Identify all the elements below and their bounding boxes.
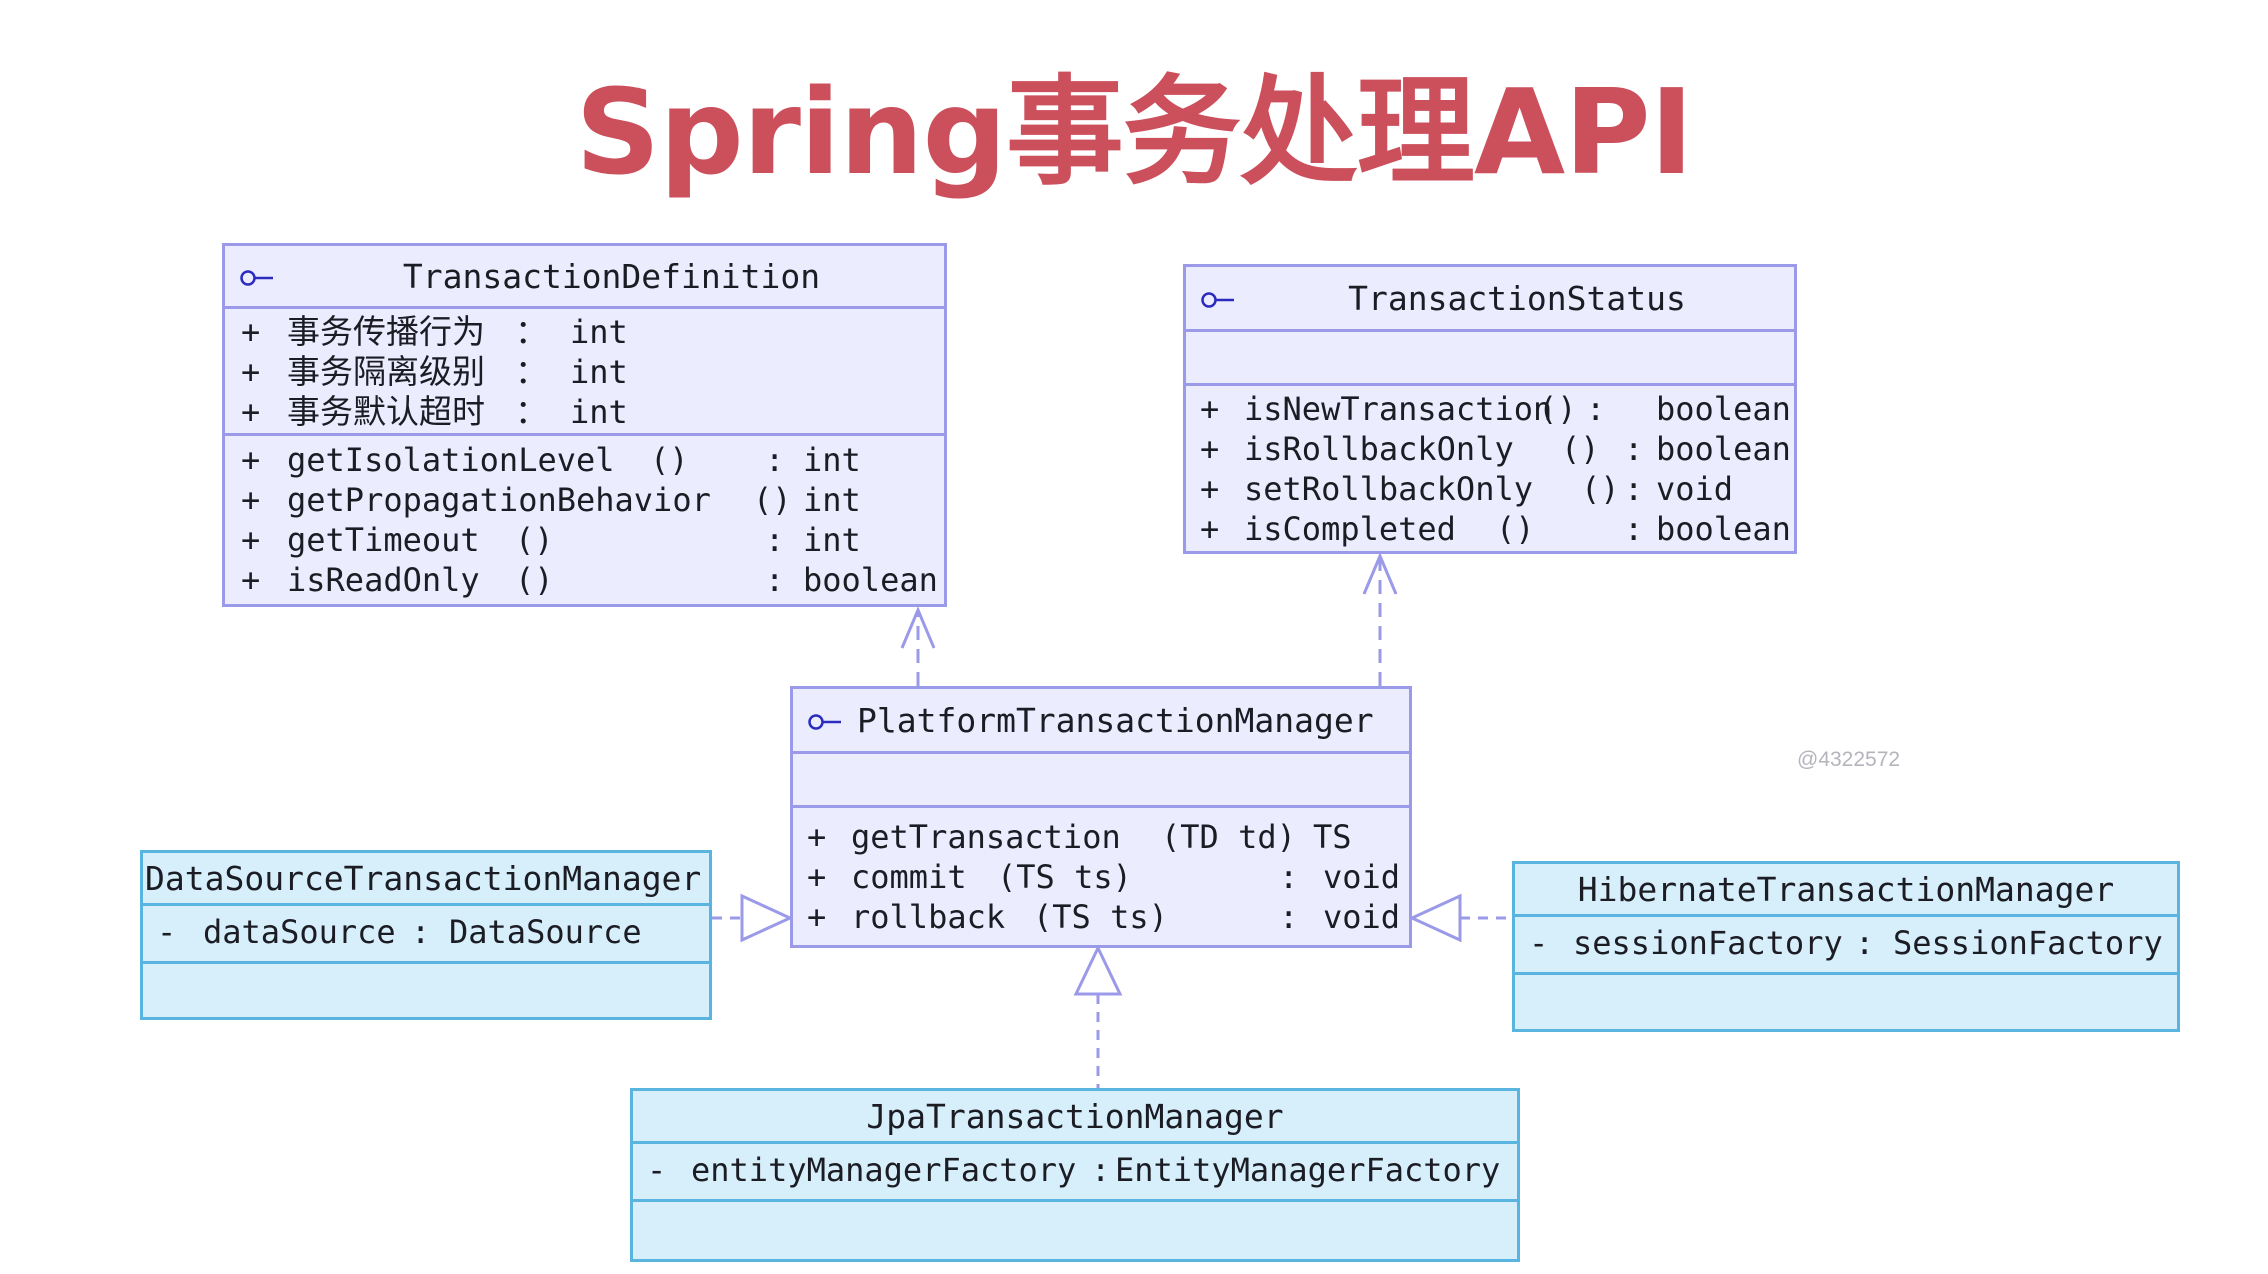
empty-attributes-section — [793, 751, 1409, 805]
method-row: + isCompleted () : boolean — [1200, 510, 1791, 548]
attribute-row: + 事务传播行为 ： int — [241, 312, 628, 351]
empty-attributes-section — [1186, 329, 1794, 383]
method-row: + getPropagationBehavior () int — [241, 481, 861, 519]
method-row: + isNewTransaction () : boolean — [1200, 390, 1791, 428]
class-transaction-status: TransactionStatus + isNewTransaction () … — [1183, 264, 1797, 554]
empty-methods-section — [633, 1199, 1517, 1259]
class-datasource-transaction-manager: DataSourceTransactionManager - dataSourc… — [140, 850, 712, 1020]
interface-lollipop-icon — [239, 257, 279, 296]
class-name: TransactionStatus — [1348, 278, 1686, 318]
hollow-triangle-jpa — [1073, 944, 1123, 996]
interface-lollipop-icon — [807, 701, 847, 740]
attribute-row: - dataSource : DataSource — [157, 913, 642, 951]
class-name: PlatformTransactionManager — [857, 700, 1374, 740]
hollow-triangle-datasource — [740, 893, 794, 943]
method-row: + getTimeout () : int — [241, 521, 861, 559]
empty-methods-section — [1515, 972, 2177, 1028]
class-hibernate-transaction-manager: HibernateTransactionManager - sessionFac… — [1512, 861, 2180, 1032]
method-row: + setRollbackOnly () : void — [1200, 470, 1734, 508]
class-name: DataSourceTransactionManager — [145, 858, 702, 898]
class-name: HibernateTransactionManager — [1577, 869, 2115, 909]
method-row: + getIsolationLevel () : int — [241, 441, 861, 479]
attribute-row: + 事务默认超时 ： int — [241, 392, 628, 431]
class-name: JpaTransactionManager — [866, 1096, 1284, 1136]
attribute-row: - sessionFactory : SessionFactory — [1529, 924, 2163, 962]
empty-methods-section — [143, 961, 709, 1017]
method-row: + isRollbackOnly () : boolean — [1200, 430, 1791, 468]
hollow-triangle-hibernate — [1408, 893, 1462, 943]
class-transaction-definition: TransactionDefinition + 事务传播行为 ： int + 事… — [222, 243, 947, 607]
class-platform-transaction-manager: PlatformTransactionManager + getTransact… — [790, 686, 1412, 948]
method-row: + getTransaction (TD td) TS — [807, 818, 1352, 856]
method-row: + commit (TS ts) : void — [807, 858, 1401, 896]
interface-lollipop-icon — [1200, 279, 1240, 318]
method-row: + isReadOnly () : boolean — [241, 561, 938, 599]
attribute-row: - entityManagerFactory : EntityManagerFa… — [647, 1151, 1501, 1189]
method-row: + rollback (TS ts) : void — [807, 898, 1401, 936]
attribute-row: + 事务隔离级别 ： int — [241, 352, 628, 391]
relationship-connectors — [712, 552, 1512, 1088]
class-name: TransactionDefinition — [402, 256, 821, 296]
class-jpa-transaction-manager: JpaTransactionManager - entityManagerFac… — [630, 1088, 1520, 1262]
